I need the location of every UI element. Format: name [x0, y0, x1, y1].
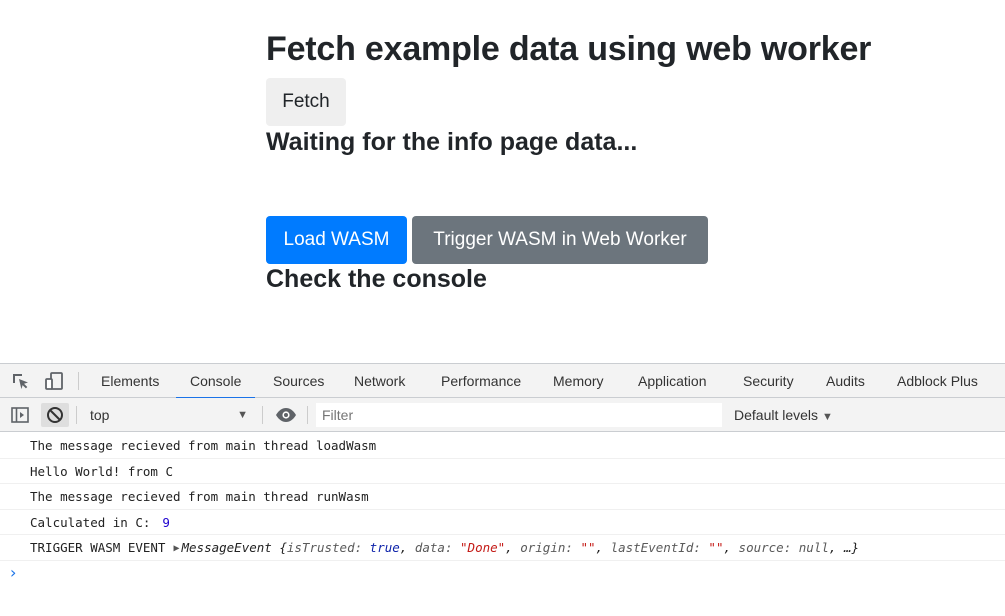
- object-key: data:: [414, 540, 453, 555]
- object-value: "": [708, 540, 724, 555]
- filter-input[interactable]: [316, 403, 722, 427]
- console-message: Hello World! from C: [0, 459, 1005, 484]
- console-message: TRIGGER WASM EVENT ▶ MessageEvent {isTrust…: [0, 535, 1005, 561]
- wasm-status-text: Check the console: [266, 265, 487, 293]
- inspect-element-icon[interactable]: [10, 371, 30, 391]
- tab-performance[interactable]: Performance: [441, 364, 521, 398]
- fetch-status-text: Waiting for the info page data...: [266, 128, 638, 156]
- object-type-name: MessageEvent: [181, 540, 272, 555]
- toolbar-divider: [307, 406, 308, 424]
- tab-console[interactable]: Console: [175, 364, 256, 399]
- console-message: Calculated in C: 9: [0, 510, 1005, 535]
- eye-icon[interactable]: [275, 405, 297, 425]
- load-wasm-button[interactable]: Load WASM: [266, 216, 407, 264]
- console-number-value: 9: [162, 514, 170, 530]
- page-title: Fetch example data using web worker: [266, 30, 872, 68]
- console-message-text: The message recieved from main thread ru…: [30, 489, 369, 504]
- devtools-tabbar: Elements Console Sources Network Perform…: [0, 364, 1005, 399]
- tab-memory[interactable]: Memory: [553, 364, 604, 398]
- sidebar-toggle-icon[interactable]: [10, 405, 30, 425]
- devtools-panel: Elements Console Sources Network Perform…: [0, 363, 1005, 616]
- console-message: The message recieved from main thread ru…: [0, 484, 1005, 510]
- console-message-text: TRIGGER WASM EVENT: [30, 540, 166, 555]
- object-key: source:: [738, 540, 792, 555]
- console-message-text: Hello World! from C: [30, 463, 173, 479]
- context-select[interactable]: top ▼: [84, 402, 254, 428]
- object-value: "": [580, 540, 596, 555]
- console-prompt-icon[interactable]: ›: [10, 563, 16, 582]
- console-message-text: Calculated in C:: [30, 514, 151, 530]
- toolbar-divider: [76, 406, 77, 424]
- caret-down-icon: ▼: [822, 411, 833, 423]
- expand-triangle-icon[interactable]: ▶: [173, 536, 179, 561]
- tab-network[interactable]: Network: [354, 364, 405, 398]
- object-value: null: [798, 540, 829, 555]
- clear-console-icon[interactable]: [41, 403, 69, 427]
- console-message-text: The message recieved from main thread lo…: [30, 438, 377, 453]
- console-toolbar: top ▼ Default levels▼: [0, 398, 1005, 432]
- toolbar-divider: [78, 372, 79, 390]
- trigger-wasm-button[interactable]: Trigger WASM in Web Worker: [412, 216, 708, 264]
- tab-application[interactable]: Application: [638, 364, 707, 398]
- console-message: The message recieved from main thread lo…: [0, 433, 1005, 459]
- tab-sources[interactable]: Sources: [273, 364, 324, 398]
- caret-down-icon: ▼: [237, 409, 248, 421]
- log-levels-dropdown[interactable]: Default levels ▼: [734, 402, 833, 428]
- tab-adblock-plus[interactable]: Adblock Plus: [897, 364, 978, 398]
- console-output: The message recieved from main thread lo…: [0, 433, 1005, 582]
- object-tail: …}: [843, 540, 859, 555]
- object-value: true: [369, 540, 400, 555]
- context-select-value: top: [90, 407, 110, 423]
- tab-security[interactable]: Security: [743, 364, 794, 398]
- toolbar-divider: [262, 406, 263, 424]
- object-key: isTrusted:: [286, 540, 363, 555]
- tab-audits[interactable]: Audits: [826, 364, 865, 398]
- log-levels-label: Default levels: [734, 407, 819, 423]
- page-content: Fetch example data using web worker Fetc…: [266, 0, 1005, 363]
- object-value: "Done": [460, 540, 506, 555]
- object-key: lastEventId:: [610, 540, 701, 555]
- tab-elements[interactable]: Elements: [101, 364, 159, 398]
- device-toolbar-icon[interactable]: [44, 371, 64, 391]
- fetch-button[interactable]: Fetch: [266, 78, 346, 126]
- object-key: origin:: [520, 540, 573, 555]
- console-object-preview[interactable]: MessageEvent {isTrusted: true, data: "Do…: [182, 540, 860, 555]
